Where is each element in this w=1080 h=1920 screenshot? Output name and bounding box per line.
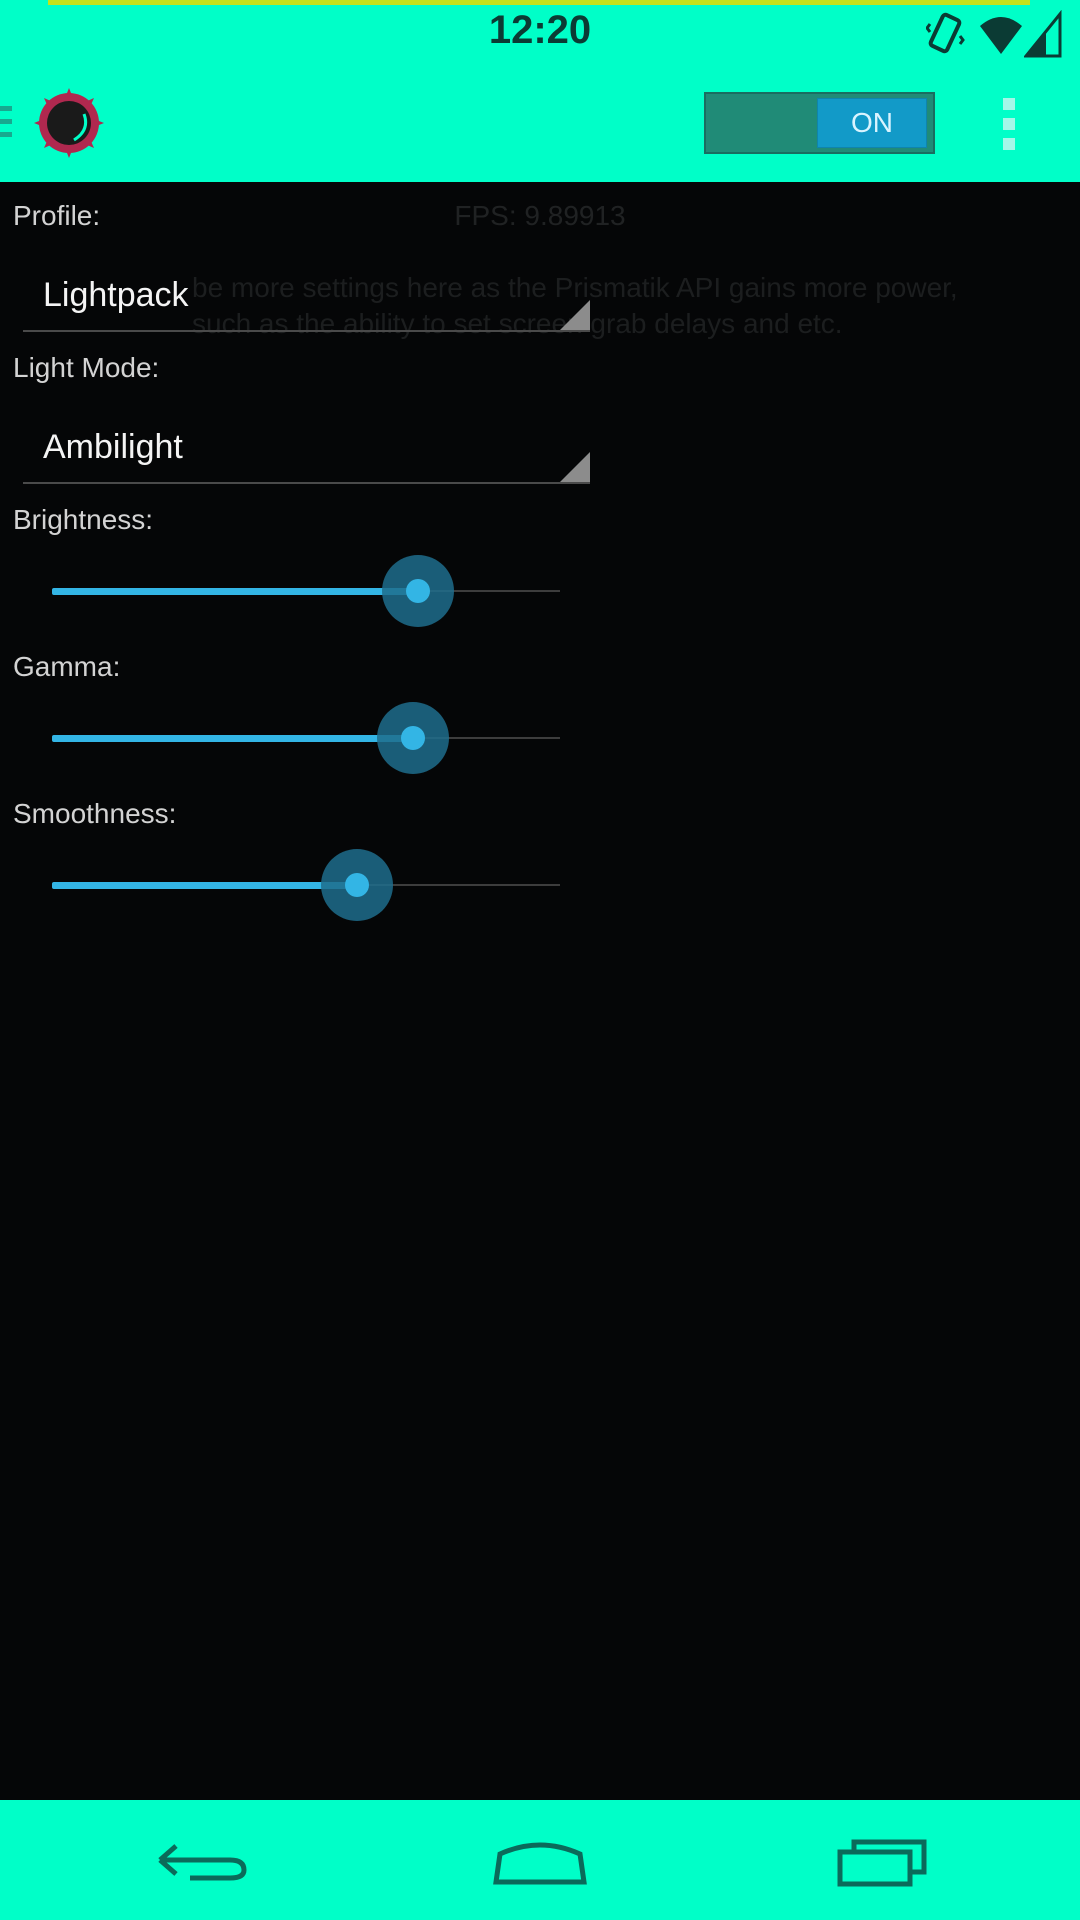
toggle-on-label: ON — [817, 98, 927, 148]
back-icon[interactable] — [150, 1830, 250, 1890]
slider-fill — [52, 588, 418, 595]
notification-line — [48, 0, 1030, 5]
power-toggle[interactable]: ON — [704, 92, 935, 154]
slider-thumb[interactable] — [344, 873, 369, 897]
slider-fill — [52, 882, 357, 889]
gamma-slider[interactable] — [52, 702, 560, 774]
spinner-arrow-icon — [560, 452, 590, 482]
light-mode-label: Light Mode: — [13, 352, 160, 383]
brightness-label: Brightness: — [13, 504, 154, 535]
wifi-icon — [980, 17, 1022, 54]
slider-thumb[interactable] — [400, 726, 425, 750]
profile-label: Profile: — [13, 200, 101, 231]
overflow-menu-icon[interactable] — [1003, 98, 1017, 154]
slider-thumb[interactable] — [405, 579, 430, 603]
status-bar: 12:20 — [0, 0, 1080, 70]
status-clock: 12:20 — [488, 8, 592, 52]
vibrate-icon — [926, 12, 965, 54]
sun-gear-logo-icon[interactable] — [34, 88, 104, 158]
brightness-slider[interactable] — [52, 555, 560, 627]
slider-fill — [52, 735, 413, 742]
smoothness-slider[interactable] — [52, 849, 560, 921]
home-icon[interactable] — [490, 1830, 590, 1890]
settings-content: FPS: 9.89913 be more settings here as th… — [0, 182, 1080, 1800]
action-bar: ON — [0, 70, 1080, 182]
recent-apps-icon[interactable] — [832, 1830, 932, 1890]
navigation-bar — [0, 1800, 1080, 1920]
smoothness-label: Smoothness: — [13, 798, 177, 829]
status-icons — [926, 10, 1066, 66]
cell-signal-icon — [1024, 10, 1062, 58]
fps-readout: FPS: 9.89913 — [454, 200, 626, 231]
profile-spinner[interactable]: Lightpack — [23, 270, 590, 332]
light-mode-spinner[interactable]: Ambilight — [23, 422, 590, 484]
drawer-indicator-icon[interactable] — [0, 106, 12, 146]
light-mode-value: Ambilight — [43, 428, 183, 466]
spinner-arrow-icon — [560, 300, 590, 330]
gamma-label: Gamma: — [13, 651, 121, 682]
profile-value: Lightpack — [43, 276, 189, 314]
